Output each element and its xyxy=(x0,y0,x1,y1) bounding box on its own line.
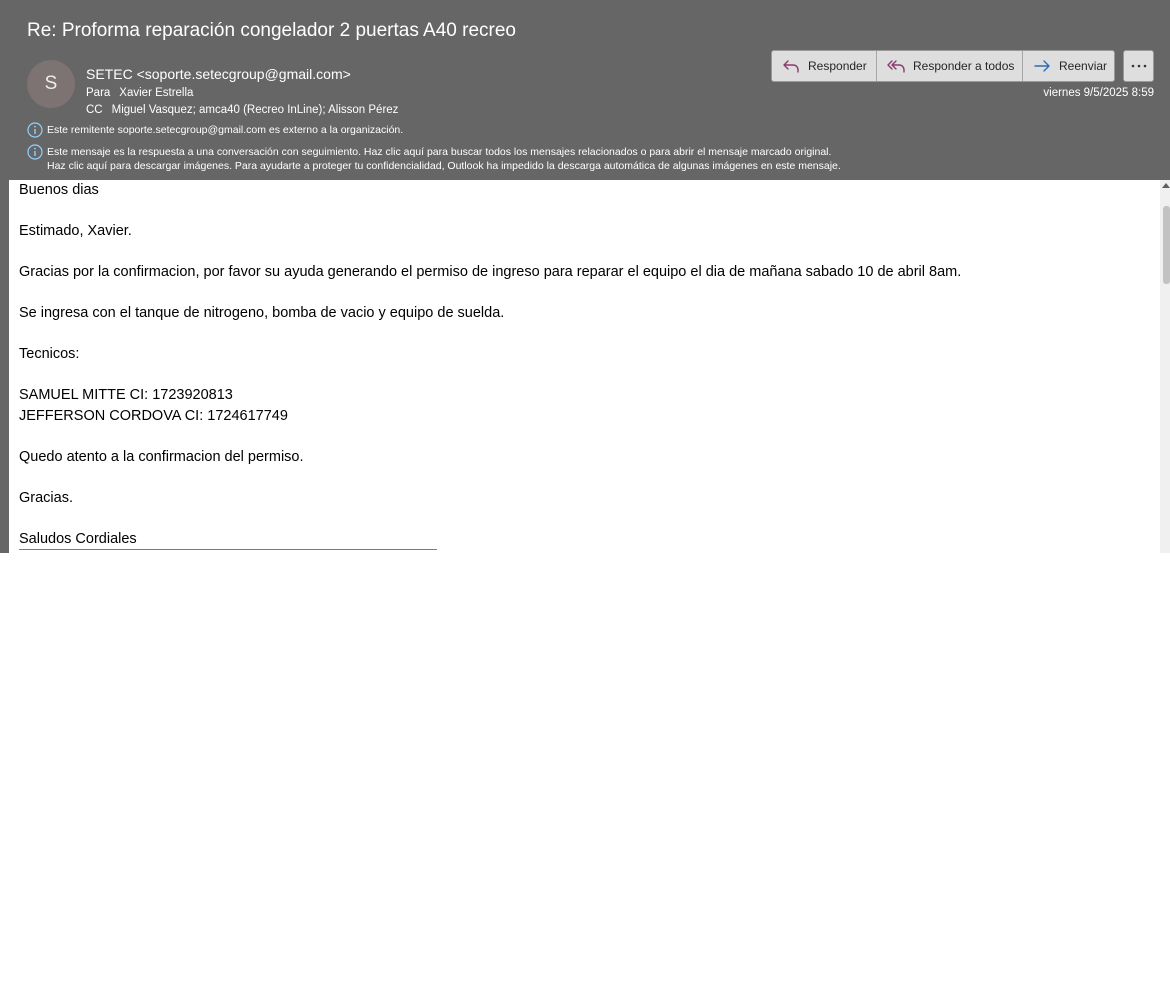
body-greeting: Buenos dias xyxy=(19,182,99,198)
external-sender-notice: Este remitente soporte.setecgroup@gmail.… xyxy=(27,122,404,138)
download-images-link[interactable]: Haz clic aquí para descargar imágenes. P… xyxy=(47,159,841,173)
to-recipients[interactable]: Xavier Estrella xyxy=(119,87,193,99)
to-label: Para xyxy=(86,87,111,99)
reading-pane-gutter xyxy=(0,180,9,553)
body-request: Gracias por la confirmacion, por favor s… xyxy=(19,264,962,280)
more-actions-button[interactable] xyxy=(1123,50,1154,82)
body-tech-1: SAMUEL MITTE CI: 1723920813 xyxy=(19,387,233,403)
message-actions-toolbar: Responder Responder a todos Reenviar xyxy=(771,50,1115,82)
body-salutation: Estimado, Xavier. xyxy=(19,223,132,239)
forward-arrow-icon xyxy=(1034,60,1050,72)
forward-label: Reenviar xyxy=(1059,59,1108,73)
ellipsis-icon xyxy=(1131,64,1146,68)
conversation-notice-link[interactable]: Este mensaje es la respuesta a una conve… xyxy=(47,145,841,159)
body-techs-heading: Tecnicos: xyxy=(19,346,80,362)
forward-button[interactable]: Reenviar xyxy=(1022,51,1114,81)
conversation-notice: Este mensaje es la respuesta a una conve… xyxy=(27,144,841,173)
reply-all-icon xyxy=(887,60,905,73)
cc-recipients[interactable]: Miguel Vasquez; amca40 (Recreo InLine); … xyxy=(112,104,399,116)
reply-label: Responder xyxy=(808,59,867,73)
reply-icon xyxy=(783,60,799,73)
message-text: Buenos dias Estimado, Xavier. Gracias po… xyxy=(19,180,961,549)
body-thanks: Gracias. xyxy=(19,489,73,506)
message-subject: Re: Proforma reparación congelador 2 pue… xyxy=(27,20,516,41)
info-icon xyxy=(27,122,43,138)
body-signoff: Saludos Cordiales xyxy=(19,530,137,547)
received-date: viernes 9/5/2025 8:59 xyxy=(1043,87,1154,99)
message-body: Buenos dias Estimado, Xavier. Gracias po… xyxy=(9,180,1160,553)
cc-label: CC xyxy=(86,104,103,116)
scrollbar-thumb[interactable] xyxy=(1163,206,1170,284)
sender-address[interactable]: SETEC <soporte.setecgroup@gmail.com> xyxy=(86,66,351,82)
body-tech-2: JEFFERSON CORDOVA CI: 1724617749 xyxy=(19,407,288,424)
cc-line: CC Miguel Vasquez; amca40 (Recreo InLine)… xyxy=(86,104,398,116)
reply-button[interactable]: Responder xyxy=(772,51,876,81)
signature-divider xyxy=(19,549,437,550)
to-line: Para Xavier Estrella xyxy=(86,87,193,99)
reply-all-label: Responder a todos xyxy=(913,59,1015,73)
sender-avatar[interactable]: S xyxy=(27,60,75,108)
external-sender-text: Este remitente soporte.setecgroup@gmail.… xyxy=(47,124,404,136)
reply-all-button[interactable]: Responder a todos xyxy=(876,51,1022,81)
body-equipment: Se ingresa con el tanque de nitrogeno, b… xyxy=(19,305,505,321)
message-header: Re: Proforma reparación congelador 2 pue… xyxy=(0,0,1170,180)
info-icon xyxy=(27,144,43,160)
message-scrollbar[interactable] xyxy=(1160,180,1170,553)
scroll-up-arrow-icon[interactable] xyxy=(1162,183,1170,188)
body-closing: Quedo atento a la confirmacion del permi… xyxy=(19,448,304,465)
